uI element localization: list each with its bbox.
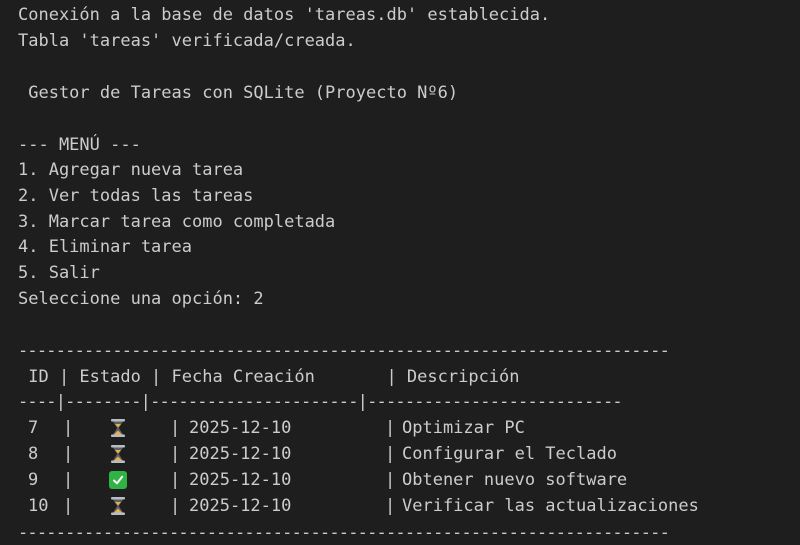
column-divider: | — [63, 418, 74, 438]
column-divider: | — [63, 470, 74, 490]
task-description: Obtener nuevo software — [402, 470, 628, 490]
task-id: 8 — [28, 444, 39, 464]
task-id: 9 — [28, 470, 39, 490]
task-created-date: 2025-12-10 — [189, 496, 292, 516]
column-divider: | — [170, 418, 181, 438]
table-header-separator: ----|--------|----------------------|---… — [18, 392, 623, 412]
menu-item-add: 1. Agregar nueva tarea — [18, 160, 244, 180]
table-top-border: ----------------------------------------… — [18, 341, 670, 361]
menu-item-list: 2. Ver todas las tareas — [18, 186, 254, 206]
app-title: Gestor de Tareas con SQLite (Proyecto Nº… — [18, 83, 459, 103]
column-divider: | — [170, 470, 181, 490]
table-header-row: ID | Estado | Fecha Creación | Descripci… — [18, 367, 520, 387]
column-divider: | — [385, 470, 396, 490]
task-id: 7 — [28, 418, 39, 438]
terminal-output[interactable]: Conexión a la base de datos 'tareas.db' … — [0, 0, 800, 543]
hourglass-icon — [108, 496, 128, 516]
task-description: Optimizar PC — [402, 418, 525, 438]
task-created-date: 2025-12-10 — [189, 444, 292, 464]
option-prompt: Seleccione una opción: 2 — [18, 289, 264, 309]
table-row: 8 | | 2025-12-10 | Configurar el Teclado — [0, 442, 800, 466]
column-divider: | — [63, 444, 74, 464]
table-row: 10 | | 2025-12-10 | Verificar las actualizaci… — [0, 494, 800, 518]
check-mark-icon — [108, 470, 128, 490]
menu-header: --- MENÚ --- — [18, 135, 141, 155]
task-id: 10 — [28, 496, 49, 516]
table-log-line: Tabla 'tareas' verificada/creada. — [18, 31, 356, 51]
column-divider: | — [170, 496, 181, 516]
column-divider: | — [385, 496, 396, 516]
table-row: 7 | | 2025-12-10 | Optimizar PC — [0, 416, 800, 440]
menu-item-complete: 3. Marcar tarea como completada — [18, 212, 336, 232]
task-description: Configurar el Teclado — [402, 444, 617, 464]
menu-item-exit: 5. Salir — [18, 263, 100, 283]
task-description: Verificar las actualizaciones — [402, 496, 699, 516]
table-bottom-border: ----------------------------------------… — [18, 523, 670, 543]
hourglass-icon — [108, 444, 128, 464]
column-divider: | — [63, 496, 74, 516]
table-row: 9 | | 2025-12-10 | Obtener nuevo software — [0, 468, 800, 492]
task-created-date: 2025-12-10 — [189, 470, 292, 490]
hourglass-icon — [108, 418, 128, 438]
column-divider: | — [385, 444, 396, 464]
column-divider: | — [170, 444, 181, 464]
menu-item-delete: 4. Eliminar tarea — [18, 237, 192, 257]
column-divider: | — [385, 418, 396, 438]
connection-log-line: Conexión a la base de datos 'tareas.db' … — [18, 5, 551, 25]
task-created-date: 2025-12-10 — [189, 418, 292, 438]
